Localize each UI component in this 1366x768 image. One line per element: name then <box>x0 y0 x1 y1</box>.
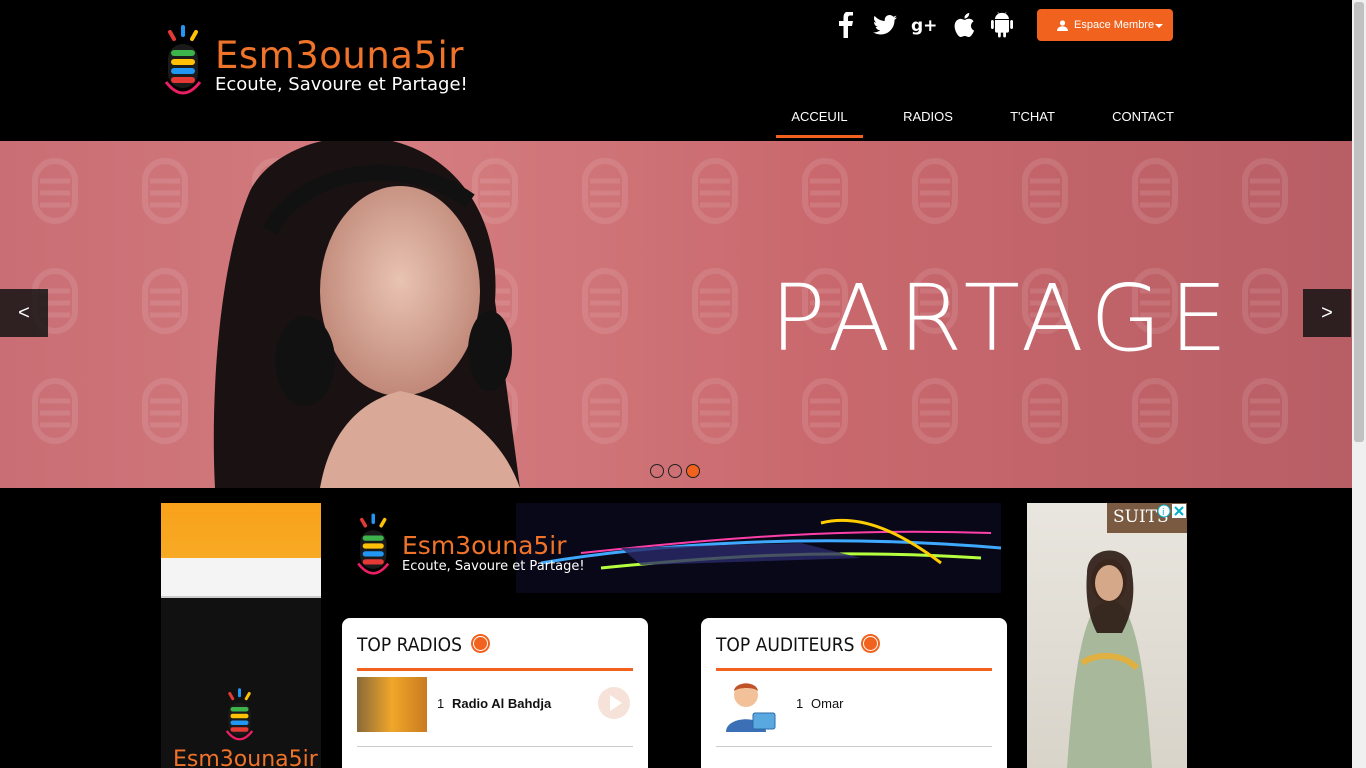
nav-item-acceuil[interactable]: ACCEUIL <box>776 108 863 138</box>
user-avatar-icon <box>726 683 776 732</box>
twitter-icon[interactable] <box>873 10 897 40</box>
listener-name[interactable]: Omar <box>811 696 844 711</box>
info-icon[interactable] <box>861 634 880 653</box>
list-item[interactable]: 1 Radio Al Bahdja <box>357 677 633 747</box>
microphone-logo-icon <box>225 688 254 741</box>
nav-item-tchat[interactable]: T'CHAT <box>1000 108 1065 138</box>
banner-title: Esm3ouna5ir <box>402 531 567 560</box>
radio-thumbnail <box>357 677 427 732</box>
banner-tagline: Ecoute, Savoure et Partage! <box>402 559 585 574</box>
left-ad-banner[interactable]: Esm3ouna5ir <box>161 503 321 768</box>
rank-number: 1 <box>437 696 445 711</box>
hero-slider: PARTAGE < > <box>0 141 1352 488</box>
panel-divider <box>716 668 992 671</box>
center-banner[interactable]: Esm3ouna5ir Ecoute, Savoure et Partage! <box>341 503 1001 593</box>
logo-tagline: Ecoute, Savoure et Partage! <box>215 74 468 95</box>
site-header: Esm3ouna5ir Ecoute, Savoure et Partage! … <box>0 0 1352 141</box>
slider-dot[interactable] <box>650 464 664 478</box>
slider-caption: PARTAGE <box>770 265 1236 372</box>
left-ad-text: Esm3ouna5ir <box>173 747 318 768</box>
slider-pagination <box>650 464 700 478</box>
page: Esm3ouna5ir Ecoute, Savoure et Partage! … <box>0 0 1366 768</box>
top-radios-title: TOP RADIOS <box>357 634 462 656</box>
member-area-label: Espace Membre <box>1074 19 1155 31</box>
top-listeners-title: TOP AUDITEURS <box>716 634 855 656</box>
ad-close-icon[interactable] <box>1172 504 1186 518</box>
microphone-logo-icon <box>164 25 202 95</box>
right-ad-banner[interactable]: SUITS i <box>1027 503 1187 768</box>
top-listeners-panel: TOP AUDITEURS 1 Omar <box>701 618 1007 768</box>
nav-item-contact[interactable]: CONTACT <box>1105 108 1181 138</box>
svg-text:i: i <box>1162 508 1165 518</box>
info-icon[interactable] <box>471 634 490 653</box>
microphone-logo-icon <box>357 513 390 575</box>
user-icon <box>1057 19 1068 31</box>
fashion-model-image <box>1067 550 1152 768</box>
list-item[interactable]: 1 Omar <box>716 677 992 747</box>
apple-icon[interactable] <box>952 10 976 40</box>
top-radios-panel: TOP RADIOS 1 Radio Al Bahdja <box>342 618 648 768</box>
member-area-button[interactable]: Espace Membre <box>1037 9 1173 41</box>
slider-dot-active[interactable] <box>686 464 700 478</box>
slider-next-button[interactable]: > <box>1303 289 1351 337</box>
android-icon[interactable] <box>990 10 1014 40</box>
ad-phone-graphic <box>161 558 321 598</box>
nav-item-radios[interactable]: RADIOS <box>893 108 963 138</box>
page-scrollbar[interactable] <box>1352 0 1366 768</box>
facebook-icon[interactable] <box>835 10 857 40</box>
chevron-down-icon <box>1155 24 1163 28</box>
scrollbar-thumb[interactable] <box>1354 2 1364 442</box>
ad-info-icon[interactable]: i <box>1157 504 1171 518</box>
svg-text:g+: g+ <box>911 16 937 36</box>
slider-dot[interactable] <box>668 464 682 478</box>
logo-title: Esm3ouna5ir <box>215 34 464 77</box>
radio-name[interactable]: Radio Al Bahdja <box>452 696 551 711</box>
slider-prev-button[interactable]: < <box>0 289 48 337</box>
play-icon[interactable] <box>598 687 630 719</box>
google-plus-icon[interactable]: g+ <box>911 10 937 40</box>
rank-number: 1 <box>796 696 804 711</box>
panel-divider <box>357 668 633 671</box>
